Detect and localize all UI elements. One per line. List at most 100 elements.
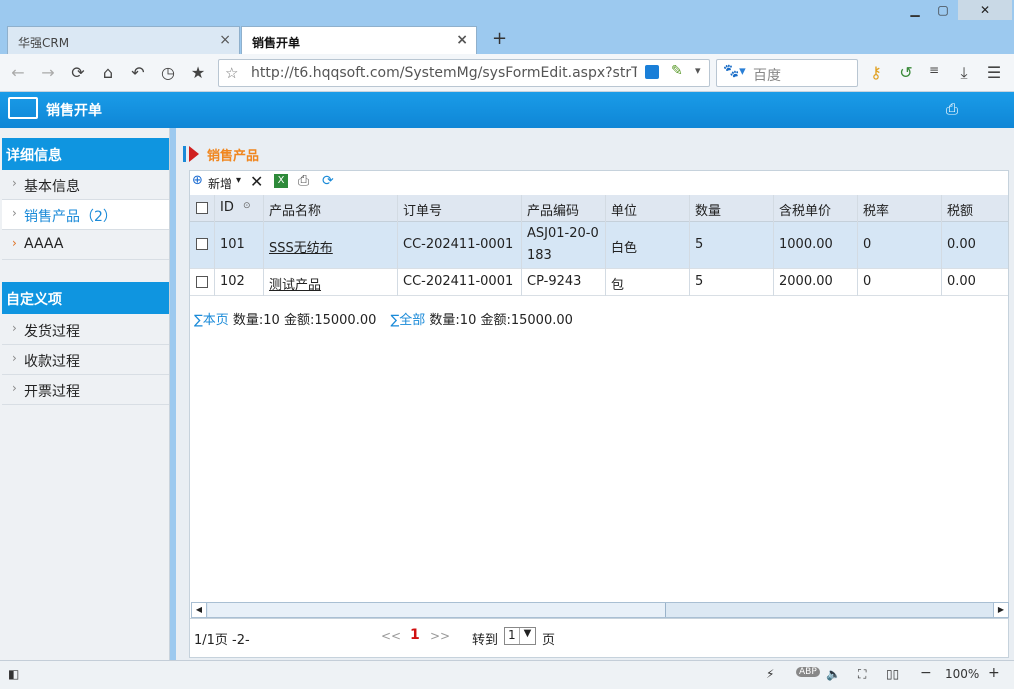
maximize-button[interactable]: ▢ bbox=[932, 3, 954, 21]
menu-more-icon[interactable]: ≡ bbox=[924, 63, 944, 77]
page-select[interactable]: 1 ▼ bbox=[504, 627, 536, 645]
page-mode-icon[interactable] bbox=[645, 65, 659, 79]
panel-title: 销售产品 bbox=[207, 149, 260, 164]
select-all-checkbox[interactable] bbox=[196, 202, 208, 214]
cell-order: CC-202411-0001 bbox=[403, 274, 514, 289]
download-icon[interactable]: ⤓ bbox=[954, 63, 974, 83]
print-icon[interactable]: ⎙ bbox=[298, 173, 309, 189]
table-row[interactable]: 102 测试产品 CC-202411-0001 CP-9243 包 5 2000… bbox=[190, 269, 1008, 296]
close-tab-icon[interactable]: × bbox=[219, 32, 231, 48]
forward-icon[interactable]: → bbox=[38, 63, 58, 82]
scroll-right-button[interactable]: ▶ bbox=[993, 603, 1008, 617]
col-unit[interactable]: 单位 bbox=[611, 200, 637, 219]
favorite-star-icon[interactable]: ☆ bbox=[225, 64, 238, 82]
restore-icon[interactable]: ↺ bbox=[896, 63, 916, 82]
sidebar-item-delivery[interactable]: › 发货过程 bbox=[2, 315, 169, 345]
summary-all-text: 数量:10 金额:15000.00 bbox=[429, 313, 573, 328]
add-dropdown-icon[interactable]: ▾ bbox=[236, 175, 241, 186]
column-divider bbox=[773, 195, 774, 296]
new-tab-button[interactable]: + bbox=[492, 28, 507, 49]
print-icon[interactable]: ⎙ bbox=[946, 100, 958, 118]
cell-rate: 0 bbox=[863, 237, 872, 252]
column-divider bbox=[521, 195, 522, 296]
sidebar-item-aaaa[interactable]: › AAAA bbox=[2, 230, 169, 260]
search-box[interactable]: 🐾▾ 百度 bbox=[716, 59, 858, 87]
home-icon[interactable]: ⌂ bbox=[98, 63, 118, 82]
browser-navbar: ← → ⟳ ⌂ ↶ ◷ ★ ☆ http://t6.hqqsoft.com/Sy… bbox=[0, 54, 1014, 92]
fullscreen-icon[interactable]: ⛶ bbox=[858, 667, 866, 682]
window-close-button[interactable]: ✕ bbox=[958, 0, 1012, 20]
add-icon[interactable]: ⊕ bbox=[192, 173, 203, 188]
cell-price: 1000.00 bbox=[779, 237, 833, 252]
minimize-button[interactable]: ▁ bbox=[904, 3, 926, 21]
key-icon[interactable]: ⚷ bbox=[866, 63, 886, 82]
refresh-icon[interactable]: ⟳ bbox=[68, 63, 88, 82]
chevron-right-icon: › bbox=[12, 176, 17, 190]
prev-page-button[interactable]: << bbox=[381, 629, 401, 643]
cell-product-link[interactable]: 测试产品 bbox=[269, 274, 321, 293]
baidu-icon: 🐾▾ bbox=[723, 64, 746, 79]
excel-export-icon[interactable]: X bbox=[274, 174, 288, 188]
history-icon[interactable]: ◷ bbox=[158, 63, 178, 82]
col-id[interactable]: ID bbox=[220, 200, 234, 215]
row-checkbox[interactable] bbox=[196, 238, 208, 250]
main-menu-icon[interactable]: ☰ bbox=[984, 63, 1004, 82]
sidebar-item-invoicing[interactable]: › 开票过程 bbox=[2, 375, 169, 405]
table-row[interactable]: 101 SSS无纺布 CC-202411-0001 ASJ01-20-0 183… bbox=[190, 222, 1008, 269]
row-checkbox[interactable] bbox=[196, 276, 208, 288]
volume-icon[interactable]: 🔈 bbox=[826, 667, 841, 681]
address-bar[interactable]: ☆ http://t6.hqqsoft.com/SystemMg/sysForm… bbox=[218, 59, 710, 87]
back-icon[interactable]: ← bbox=[8, 63, 28, 82]
delete-icon[interactable]: ✕ bbox=[250, 172, 263, 191]
col-quantity[interactable]: 数量 bbox=[695, 200, 721, 219]
sidebar-item-sales-products[interactable]: › 销售产品（2） bbox=[2, 200, 169, 230]
column-divider bbox=[605, 195, 606, 296]
column-divider bbox=[214, 195, 215, 296]
zoom-in-button[interactable]: + bbox=[988, 665, 1000, 681]
cell-product-link[interactable]: SSS无纺布 bbox=[269, 237, 333, 256]
panel-marker bbox=[183, 146, 186, 162]
goto-label: 转到 bbox=[472, 633, 499, 648]
sidebar-item-basic-info[interactable]: › 基本信息 bbox=[2, 170, 169, 200]
col-tax-rate[interactable]: 税率 bbox=[863, 200, 889, 219]
horizontal-scrollbar[interactable]: ◀ ▶ bbox=[191, 602, 1009, 618]
scroll-thumb[interactable] bbox=[208, 603, 666, 617]
col-product-name[interactable]: 产品名称 bbox=[269, 200, 321, 219]
cell-code: ASJ01-20-0 bbox=[527, 226, 599, 241]
tab-huaqiang-crm[interactable]: 华强CRM × bbox=[7, 26, 240, 54]
summary-page-label: ∑本页 bbox=[194, 313, 229, 328]
next-page-button[interactable]: >> bbox=[430, 629, 450, 643]
col-order-no[interactable]: 订单号 bbox=[403, 200, 442, 219]
chevron-right-icon: › bbox=[12, 321, 17, 335]
performance-icon[interactable]: ⚡ bbox=[766, 667, 774, 681]
col-price-incl-tax[interactable]: 含税单价 bbox=[779, 200, 831, 219]
chevron-down-icon[interactable]: ▼ bbox=[519, 628, 535, 644]
add-button[interactable]: 新增 bbox=[208, 175, 232, 192]
zoom-out-button[interactable]: − bbox=[920, 665, 932, 681]
cell-price: 2000.00 bbox=[779, 274, 833, 289]
summary-all-label: ∑全部 bbox=[390, 313, 426, 328]
extension-icon[interactable]: ✎ bbox=[671, 63, 683, 79]
close-tab-icon[interactable]: × bbox=[456, 32, 468, 48]
bookmark-star-icon[interactable]: ★ bbox=[188, 63, 208, 82]
search-input[interactable]: 百度 bbox=[753, 65, 781, 85]
sidebar-toggle-icon[interactable]: ◧ bbox=[8, 667, 19, 681]
split-view-icon[interactable]: ▯▯ bbox=[886, 667, 899, 681]
adblock-icon[interactable]: ABP bbox=[796, 667, 820, 677]
url-text: http://t6.hqqsoft.com/SystemMg/sysFormEd… bbox=[251, 65, 637, 81]
url-dropdown-icon[interactable]: ▾ bbox=[695, 64, 701, 77]
current-page[interactable]: 1 bbox=[410, 627, 420, 643]
cell-order: CC-202411-0001 bbox=[403, 237, 514, 252]
refresh-icon[interactable]: ⟳ bbox=[322, 173, 334, 189]
cell-unit: 白色 bbox=[611, 241, 638, 256]
summary-page-text: 数量:10 金额:15000.00 bbox=[232, 313, 377, 328]
undo-icon[interactable]: ↶ bbox=[128, 63, 148, 82]
sidebar-item-payment[interactable]: › 收款过程 bbox=[2, 345, 169, 375]
tab-sales-order[interactable]: 销售开单 × bbox=[241, 26, 477, 54]
scroll-left-button[interactable]: ◀ bbox=[192, 603, 207, 617]
sort-icon[interactable]: ⊙ bbox=[243, 201, 251, 211]
col-tax-amount[interactable]: 税额 bbox=[947, 200, 973, 219]
cell-tax: 0.00 bbox=[947, 274, 976, 289]
col-product-code[interactable]: 产品编码 bbox=[527, 200, 579, 219]
app-logo-icon bbox=[8, 97, 38, 119]
